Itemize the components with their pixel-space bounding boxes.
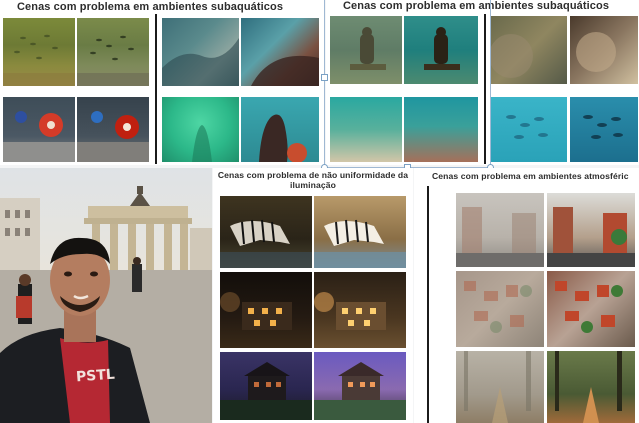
image-underwater-reef-original — [162, 18, 239, 86]
image-underwater-rock-original — [491, 16, 567, 84]
image-underwater-rock-enhanced — [570, 16, 638, 84]
image-selfie-brandenburg-gate: PSTL — [0, 168, 212, 423]
panel-illumination: Cenas com problema de não uniformidade d… — [213, 168, 413, 423]
image-zebra-enhanced — [314, 196, 406, 268]
shirt-print-text: PSTL — [75, 366, 116, 386]
title-atmospheric: Cenas com problema em ambientes atmosfér… — [432, 171, 629, 181]
image-underwater-reef-enhanced — [241, 18, 319, 86]
image-foggy-forest-original — [456, 351, 544, 423]
image-underwater-fish-school-original — [3, 18, 75, 86]
image-manor-dusk-original — [220, 352, 312, 420]
panel-underwater-left: Cenas com problema em ambientes subaquát… — [0, 0, 325, 165]
image-underwater-statue-green-original — [162, 97, 239, 162]
image-aerial-city-original — [456, 271, 544, 347]
image-foggy-street-enhanced — [547, 193, 635, 267]
image-underwater-fish-school-enhanced — [77, 18, 149, 86]
title-illumination: Cenas com problema de não uniformidade d… — [217, 170, 409, 190]
image-aerial-city-enhanced — [547, 271, 635, 347]
image-underwater-toys-original — [3, 97, 75, 162]
image-underwater-diver-enhanced — [241, 97, 319, 162]
image-underwater-toys-enhanced — [77, 97, 149, 162]
image-foggy-forest-enhanced — [547, 351, 635, 423]
image-underwater-fish-blue-enhanced — [570, 97, 638, 162]
selection-frame[interactable] — [324, 0, 491, 168]
image-foggy-street-original — [456, 193, 544, 267]
divider-left-1 — [155, 14, 157, 164]
image-house-night-enhanced — [314, 272, 406, 348]
image-underwater-fish-blue-original — [491, 97, 567, 162]
panel-atmospheric: Cenas com problema em ambientes atmosfér… — [414, 168, 639, 423]
selection-handle-left-mid[interactable] — [321, 74, 328, 81]
image-house-night-original — [220, 272, 312, 348]
image-manor-dusk-enhanced — [314, 352, 406, 420]
title-underwater-left: Cenas com problema em ambientes subaquát… — [17, 1, 284, 13]
divider-atmospheric — [427, 186, 429, 423]
image-zebra-dark-original — [220, 196, 312, 268]
